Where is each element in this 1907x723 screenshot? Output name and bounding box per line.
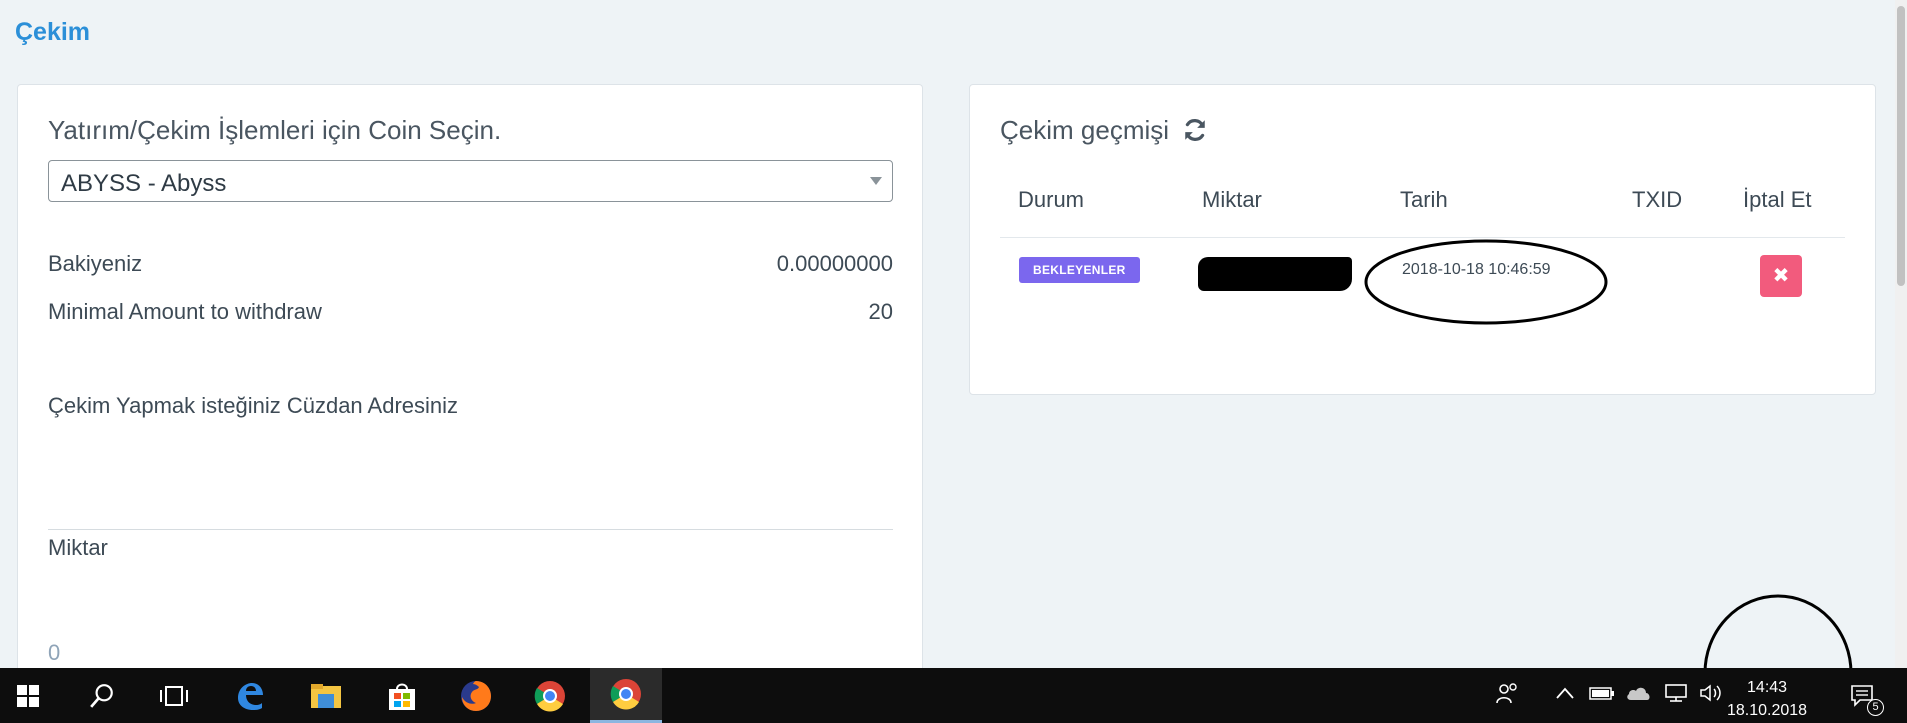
date-highlight-circle: [1364, 239, 1608, 325]
chrome-icon[interactable]: [590, 668, 662, 723]
onedrive-icon[interactable]: [1625, 684, 1653, 707]
amount-input[interactable]: [48, 633, 893, 673]
balance-value: 0.00000000: [776, 251, 893, 276]
notification-count-badge: 5: [1867, 699, 1884, 716]
chrome-icon[interactable]: [520, 668, 580, 723]
start-icon[interactable]: [0, 668, 56, 723]
cancel-button[interactable]: ✖: [1760, 255, 1802, 297]
notification-center-icon[interactable]: 5: [1842, 668, 1886, 723]
clock-date: 18.10.2018: [1727, 702, 1808, 719]
clock[interactable]: 14:43 18.10.2018: [1727, 676, 1807, 722]
close-icon: ✖: [1772, 265, 1790, 287]
withdraw-history-panel: Çekim geçmişi Durum Miktar Tarih TXID İp…: [969, 84, 1876, 395]
search-icon[interactable]: [72, 668, 132, 723]
coin-select-value: ABYSS - Abyss: [61, 170, 227, 197]
balance-row: Bakiyeniz 0.00000000: [48, 251, 893, 277]
min-amount-value: 20: [868, 299, 893, 324]
store-icon[interactable]: [372, 668, 432, 723]
status-badge: BEKLEYENLER: [1019, 257, 1140, 283]
people-icon[interactable]: [1495, 681, 1521, 710]
date-cell: 2018-10-18 10:46:59: [1402, 261, 1551, 278]
chevron-up-icon[interactable]: [1555, 686, 1575, 705]
volume-icon[interactable]: [1699, 683, 1723, 708]
scrollbar-thumb[interactable]: [1897, 6, 1905, 286]
clock-time: 14:43: [1747, 679, 1788, 696]
taskbar: 14:43 18.10.2018 5: [0, 668, 1907, 723]
column-header-date: Tarih: [1400, 187, 1448, 212]
redacted-amount: [1198, 257, 1352, 291]
refresh-icon[interactable]: [1182, 117, 1208, 150]
history-heading: Çekim geçmişi: [1000, 115, 1208, 150]
coin-select-heading: Yatırım/Çekim İşlemleri için Coin Seçin.: [48, 115, 502, 145]
column-header-status: Durum: [1018, 187, 1085, 212]
min-amount-label: Minimal Amount to withdraw: [48, 299, 322, 324]
wallet-address-input[interactable]: [48, 490, 893, 530]
system-tray: [1495, 668, 1723, 723]
deposit-withdraw-panel: Yatırım/Çekim İşlemleri için Coin Seçin.…: [17, 84, 923, 684]
column-header-amount: Miktar: [1202, 187, 1262, 212]
network-icon[interactable]: [1663, 683, 1689, 708]
history-heading-text: Çekim geçmişi: [1000, 115, 1170, 145]
chevron-down-icon: [870, 177, 882, 185]
balance-label: Bakiyeniz: [48, 251, 143, 276]
edge-icon[interactable]: [220, 668, 280, 723]
page-title: Çekim: [15, 18, 91, 46]
min-amount-row: Minimal Amount to withdraw 20: [48, 299, 893, 325]
coin-select[interactable]: ABYSS - Abyss: [48, 160, 893, 202]
page-scrollbar[interactable]: [1895, 0, 1907, 668]
column-header-cancel: İptal Et: [1743, 187, 1812, 212]
wallet-address-label: Çekim Yapmak isteğiniz Cüzdan Adresiniz: [48, 393, 459, 418]
amount-label: Miktar: [48, 535, 108, 560]
task-view-icon[interactable]: [144, 668, 204, 723]
firefox-icon[interactable]: [446, 668, 506, 723]
column-header-txid: TXID: [1632, 187, 1683, 212]
file-explorer-icon[interactable]: [296, 668, 356, 723]
battery-icon[interactable]: [1589, 685, 1615, 706]
